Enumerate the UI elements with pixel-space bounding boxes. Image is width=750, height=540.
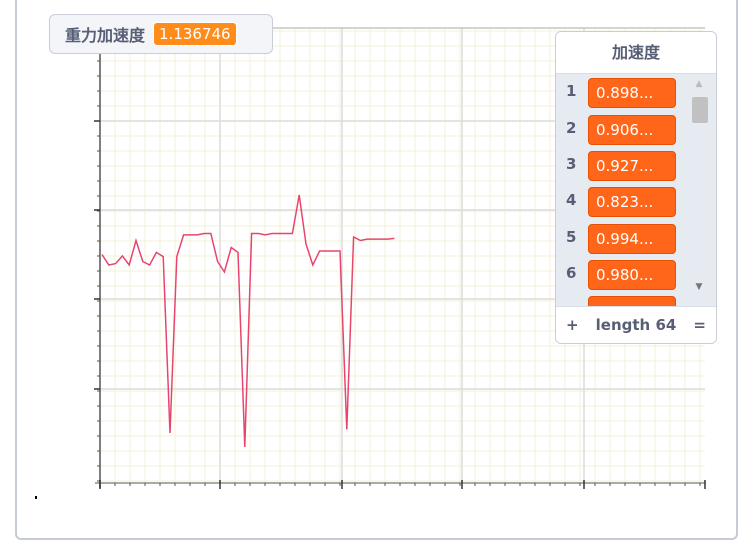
list-item-value[interactable]: 0.994... bbox=[588, 224, 676, 254]
data-line bbox=[101, 194, 395, 448]
scroll-thumb[interactable] bbox=[692, 97, 708, 123]
variable-label: 重力加速度 bbox=[65, 26, 146, 45]
list-item[interactable]: 6 0.980... bbox=[556, 260, 696, 290]
list-item[interactable]: 3 0.927... bbox=[556, 151, 696, 181]
list-footer: + length 64 = bbox=[556, 306, 716, 343]
add-item-button[interactable]: + bbox=[566, 316, 579, 334]
list-item-index: 4 bbox=[566, 191, 577, 209]
scroll-up-icon[interactable]: ▲ bbox=[694, 79, 704, 89]
list-item[interactable]: 1 0.898... bbox=[556, 78, 696, 108]
list-item-value[interactable]: 0.823... bbox=[588, 187, 676, 217]
list-item-value[interactable]: 0.980... bbox=[588, 260, 676, 290]
list-scrollbar[interactable]: ▲ ▼ bbox=[684, 74, 714, 306]
list-item-index: 2 bbox=[566, 119, 577, 137]
scroll-down-icon[interactable]: ▼ bbox=[694, 282, 704, 292]
list-item-value[interactable]: 0.927... bbox=[588, 151, 676, 181]
list-item-value-partial[interactable] bbox=[588, 296, 676, 306]
list-length: length 64 bbox=[595, 316, 677, 334]
list-item-partial[interactable] bbox=[556, 296, 696, 306]
list-item[interactable]: 5 0.994... bbox=[556, 224, 696, 254]
list-item-index: 1 bbox=[566, 82, 577, 100]
list-item-value[interactable]: 0.906... bbox=[588, 115, 676, 145]
stray-dot bbox=[35, 496, 37, 499]
list-item-index: 3 bbox=[566, 155, 577, 173]
list-item[interactable]: 2 0.906... bbox=[556, 115, 696, 145]
list-body[interactable]: 1 0.898... 2 0.906... 3 0.927... 4 0.823… bbox=[556, 74, 716, 306]
list-item-value[interactable]: 0.898... bbox=[588, 78, 676, 108]
variable-monitor[interactable]: 重力加速度 1.136746 bbox=[49, 14, 273, 54]
variable-value: 1.136746 bbox=[153, 22, 237, 46]
list-item-index: 6 bbox=[566, 264, 577, 282]
list-item[interactable]: 4 0.823... bbox=[556, 187, 696, 217]
resize-handle[interactable]: = bbox=[693, 316, 706, 334]
list-item-index: 5 bbox=[566, 228, 577, 246]
list-title: 加速度 bbox=[556, 32, 716, 74]
list-monitor[interactable]: 加速度 1 0.898... 2 0.906... 3 0.927... 4 0… bbox=[555, 31, 717, 344]
